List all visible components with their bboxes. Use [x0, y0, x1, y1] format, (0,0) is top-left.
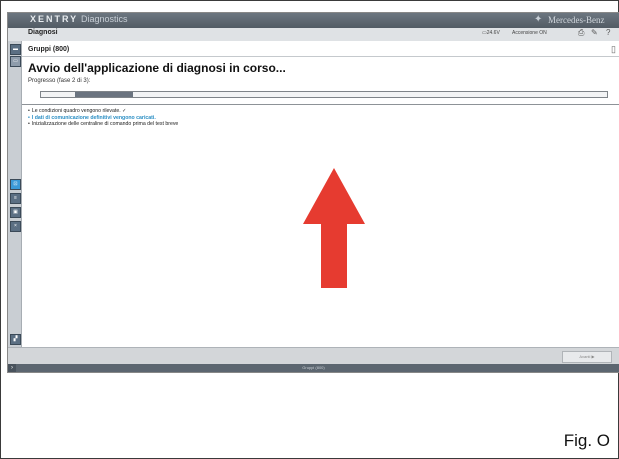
edit-icon[interactable]: ✎	[591, 28, 598, 37]
tool-button-2[interactable]: ≡	[10, 193, 21, 204]
xentry-window: XENTRY Diagnostics ✦ Mercedes-Benz Diagn…	[7, 12, 619, 373]
progress-label: Progresso (fase 2 di 3):	[28, 78, 91, 84]
tool-icon: ⊡	[13, 181, 18, 187]
ignition-status: Accensione ON	[512, 30, 547, 36]
left-toolbar: ▬ ▭ ⊡ ≡ ▣ × ▞	[8, 41, 22, 347]
bullet-icon: •	[28, 121, 30, 127]
monitor-icon: ▣	[13, 209, 18, 215]
bottom-bar: Avanti ▶	[8, 347, 619, 365]
app-subtitle: Diagnostics	[81, 14, 128, 24]
voltage-value: 24.6V	[486, 30, 500, 36]
home-button[interactable]: ▬	[10, 44, 21, 55]
step-text: Inizializzazione delle centraline di com…	[31, 121, 179, 127]
step-text: Le condizioni quadro vengono rilevate. ✓	[31, 108, 127, 114]
menu-bar: Diagnosi ▭24.6V Accensione ON ⎙ ✎ ?	[8, 28, 619, 42]
help-icon[interactable]: ?	[606, 28, 610, 37]
vendor-name: Mercedes-Benz	[548, 15, 605, 25]
document-icon[interactable]: ▯	[611, 44, 616, 55]
bullet-icon: •	[28, 114, 30, 121]
mercedes-star-icon: ✦	[534, 14, 543, 25]
figure-caption: Fig. O	[563, 431, 610, 450]
status-footer: › Gruppi (800)	[8, 364, 619, 372]
main-content: Gruppi (800) ▯ Avvio dell'applicazione d…	[22, 41, 619, 347]
step-list: • Le condizioni quadro vengono rilevate. …	[28, 108, 178, 128]
network-icon: ▞	[13, 336, 18, 342]
progress-fill	[75, 92, 133, 97]
system-button[interactable]: ▞	[10, 334, 21, 345]
tool-button-3[interactable]: ▣	[10, 207, 21, 218]
app-brand: XENTRY	[30, 14, 79, 24]
red-arrow-icon	[303, 168, 365, 288]
page-frame: XENTRY Diagnostics ✦ Mercedes-Benz Diagn…	[0, 0, 619, 459]
title-bar: XENTRY Diagnostics ✦ Mercedes-Benz	[8, 13, 619, 28]
menu-title: Diagnosi	[28, 29, 58, 36]
tool-button-4[interactable]: ×	[10, 221, 21, 232]
voltage-status: ▭24.6V	[482, 30, 500, 36]
close-icon: ×	[14, 223, 17, 229]
vehicle-icon: ▭	[13, 58, 18, 64]
divider	[22, 56, 619, 57]
print-icon[interactable]: ⎙	[578, 28, 584, 38]
list-item: • Inizializzazione delle centraline di co…	[28, 121, 178, 128]
tool-button-1[interactable]: ⊡	[10, 179, 21, 190]
footer-text: Gruppi (800)	[302, 365, 325, 370]
list-icon: ≡	[14, 195, 17, 201]
vehicle-button[interactable]: ▭	[10, 56, 21, 67]
page-title: Avvio dell'applicazione di diagnosi in c…	[28, 61, 286, 75]
next-button[interactable]: Avanti ▶	[562, 351, 612, 363]
step-text: I dati di comunicazione definitivi vengo…	[31, 114, 156, 121]
divider	[22, 104, 619, 105]
home-icon: ▬	[13, 46, 18, 52]
bullet-icon: •	[28, 108, 30, 114]
progress-bar	[40, 91, 608, 98]
group-label: Gruppi (800)	[28, 46, 70, 53]
